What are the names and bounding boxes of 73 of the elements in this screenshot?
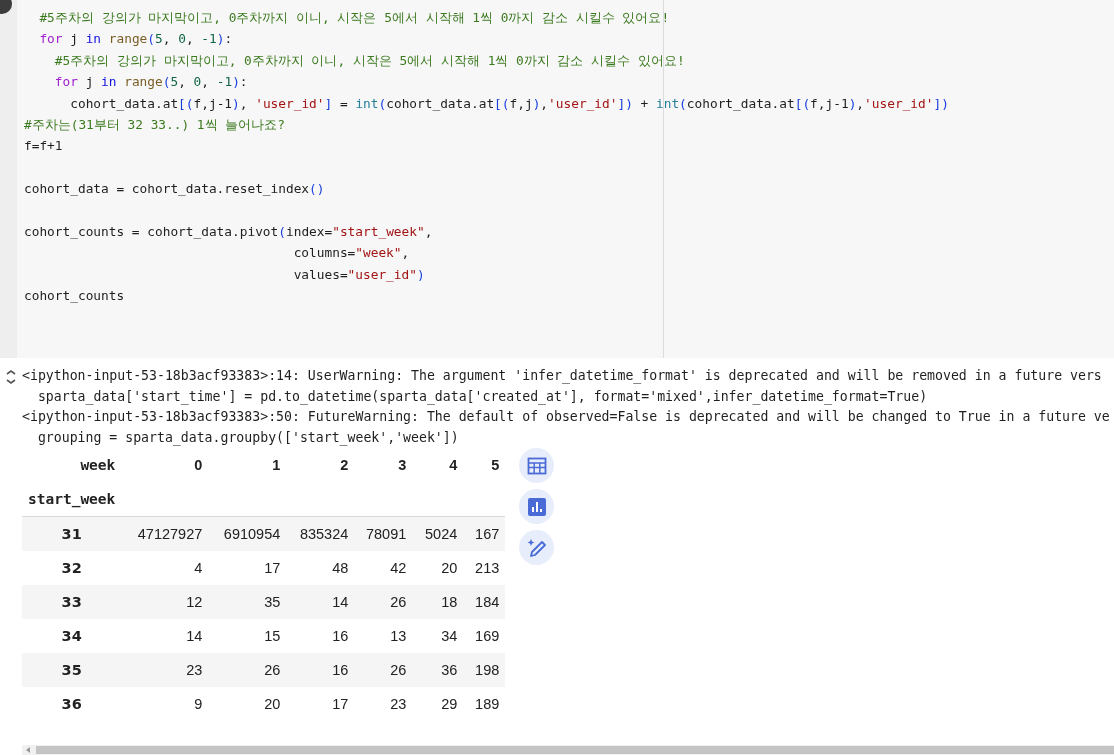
- table-cell: 20: [412, 551, 464, 585]
- table-cell: 23: [354, 687, 413, 721]
- table-cell: 47127927: [121, 516, 209, 551]
- table-cell: 23: [121, 653, 209, 687]
- table-cell: 184: [463, 585, 506, 619]
- column-header: week: [79, 456, 117, 475]
- code-line: f=f+1: [24, 137, 64, 156]
- row-index: 33: [22, 585, 122, 619]
- table-cell: 6910954: [208, 516, 287, 551]
- table-cell: 12: [121, 585, 209, 619]
- warning-line: grouping = sparta_data.groupby(['start_week','week']): [36, 428, 460, 448]
- code-line: cohort_counts: [24, 287, 126, 306]
- column-header: 4: [448, 456, 459, 475]
- table-cell: 16: [286, 653, 355, 687]
- table-cell: 34: [412, 619, 464, 653]
- code-line: #5주차의 강의가 마지막이고, 0주차까지 이니, 시작은 5에서 시작해 1씩 0까지 감소 시킬수 있어요!: [38, 9, 671, 27]
- table-cell: 35: [208, 585, 287, 619]
- table-cell: 5024: [412, 516, 464, 551]
- table-cell: 14: [286, 585, 355, 619]
- code-line: #주차는(31부터 32 33..) 1씩 늘어나죠?: [24, 115, 286, 134]
- code-line: for j in range(5, 0, -1):: [38, 30, 234, 49]
- table-cell: 835324: [286, 516, 355, 551]
- code-line: values="user_id"): [292, 265, 426, 284]
- table-cell: 26: [354, 653, 413, 687]
- table-cell: 167: [463, 516, 506, 551]
- table-view-button[interactable]: [519, 448, 555, 483]
- table-cell: 16: [286, 619, 355, 653]
- magic-edit-button[interactable]: [519, 530, 555, 565]
- row-index: 31: [22, 516, 122, 551]
- table-cell: 9: [121, 687, 209, 721]
- row-index: 35: [22, 653, 122, 687]
- index-header: start_week: [22, 482, 122, 517]
- table-cell: 198: [463, 653, 506, 687]
- column-header: 5: [490, 456, 501, 475]
- output-menu-icon[interactable]: [5, 370, 17, 384]
- code-line: cohort_counts = cohort_data.pivot(index="start_week",: [24, 222, 434, 241]
- warning-line: <ipython-input-53-18b3acf93383>:50: FutureWarning: The default of observed=False is deprecated and will be changed to True in a future ve: [22, 408, 1111, 426]
- code-line: #5주차의 강의가 마지막이고, 0주차까지 이니, 시작은 5에서 시작해 1씩 0까지 감소 시킬수 있어요!: [53, 51, 686, 70]
- row-index: 34: [22, 619, 122, 653]
- table-icon: [526, 455, 547, 476]
- code-line: cohort_data = cohort_data.reset_index(): [24, 180, 326, 199]
- table-cell: 17: [286, 687, 355, 721]
- code-line: for j in range(5, 0, -1):: [53, 73, 249, 92]
- table-cell: 18: [412, 585, 464, 619]
- horizontal-scrollbar[interactable]: [22, 745, 1114, 755]
- table-cell: 169: [463, 619, 506, 653]
- warning-line: <ipython-input-53-18b3acf93383>:14: UserWarning: The argument 'infer_datetime_format' is deprecated and will be removed in a future vers: [22, 367, 1103, 386]
- table-cell: 13: [354, 619, 413, 653]
- table-cell: 78091: [354, 516, 413, 551]
- bar-chart-icon: [526, 496, 547, 517]
- row-index: 36: [22, 687, 122, 721]
- table-cell: 4: [121, 551, 209, 585]
- code-line: cohort_data.at[(f,j-1), 'user_id'] = int(cohort_data.at[(f,j),'user_id']) + int(cohort_data.at[(f,j-1),'user_id']): [69, 94, 950, 113]
- table-cell: 29: [412, 687, 464, 721]
- table-cell: 42: [354, 551, 413, 585]
- column-header: 1: [271, 456, 282, 475]
- table-cell: 48: [286, 551, 355, 585]
- table-cell: 213: [463, 551, 506, 585]
- table-cell: 26: [354, 585, 413, 619]
- row-index: 32: [22, 551, 122, 585]
- table-cell: 189: [463, 687, 506, 721]
- table-cell: 20: [208, 687, 287, 721]
- code-line: columns="week",: [292, 244, 411, 263]
- column-header: 0: [193, 456, 204, 475]
- table-cell: 17: [208, 551, 287, 585]
- table-cell: 15: [208, 619, 287, 653]
- column-header: 2: [339, 456, 350, 475]
- table-cell: 26: [208, 653, 287, 687]
- column-header: 3: [397, 456, 408, 475]
- warning-line: sparta_data['start_time'] = pd.to_datetime(sparta_data['created_at'], format='mixed',infer_datetime_format=True): [36, 387, 929, 407]
- table-cell: 14: [121, 619, 209, 653]
- chart-button[interactable]: [519, 489, 555, 524]
- table-cell: 36: [412, 653, 464, 687]
